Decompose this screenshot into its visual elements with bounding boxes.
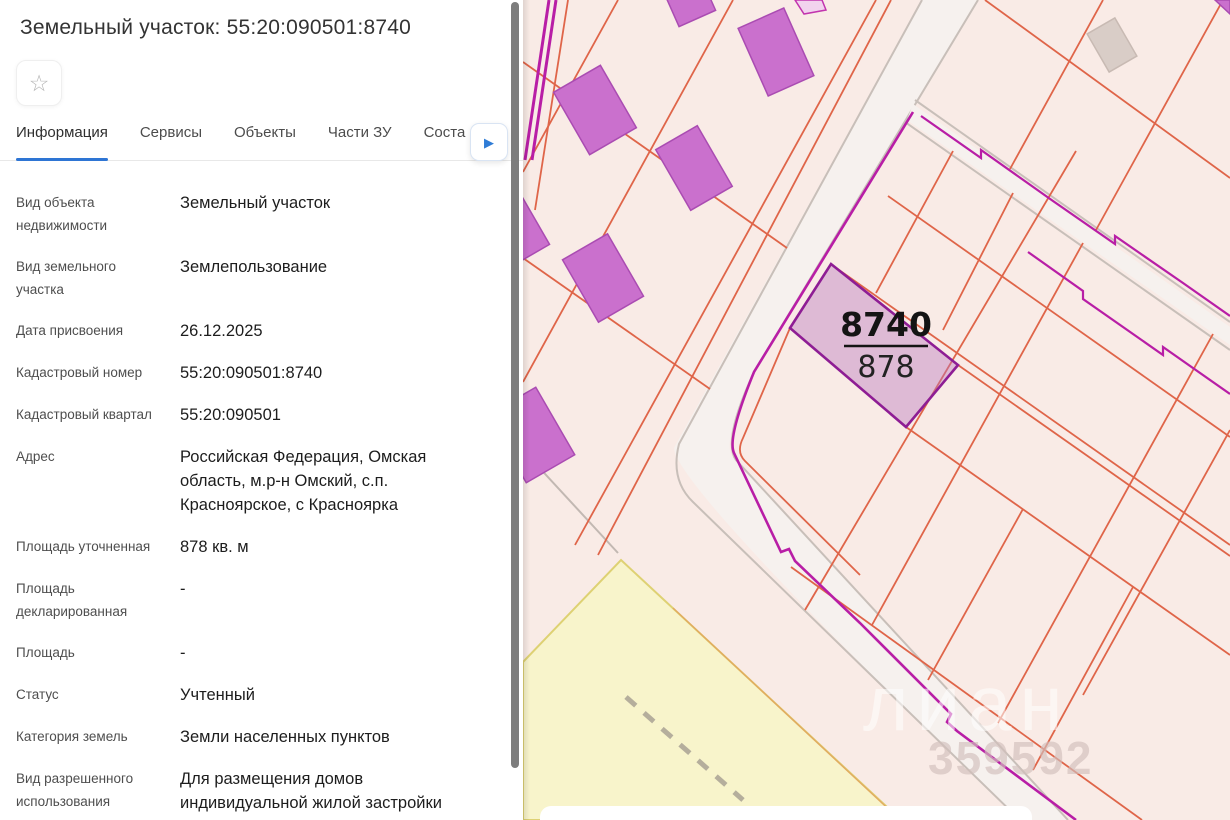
tab-bar: Информация Сервисы Объекты Части ЗУ Сост…: [0, 124, 523, 161]
info-panel: Земельный участок: 55:20:090501:8740 ☆ И…: [0, 0, 523, 820]
attribute-row: Вид разрешенного использованияДля размещ…: [16, 767, 489, 815]
attribute-row: АдресРоссийская Федерация, Омская област…: [16, 445, 489, 517]
attribute-row: Вид земельного участкаЗемлепользование: [16, 255, 489, 301]
tab-information[interactable]: Информация: [16, 124, 108, 160]
attribute-row: Кадастровый номер55:20:090501:8740: [16, 361, 489, 385]
attribute-row: Площадь уточненная878 кв. м: [16, 535, 489, 559]
watermark-code: 359592: [928, 732, 1094, 784]
tab-composition-truncated[interactable]: Соста: [424, 124, 466, 160]
tab-services[interactable]: Сервисы: [140, 124, 202, 160]
cadastral-map-canvas[interactable]: 8740 878 лиан 359592: [523, 0, 1230, 820]
favorite-button[interactable]: ☆: [16, 60, 62, 106]
attribute-row: Кадастровый квартал55:20:090501: [16, 403, 489, 427]
cadastral-map[interactable]: 8740 878 лиан 359592: [523, 0, 1230, 820]
parcel-area-label: 878: [857, 350, 914, 385]
attribute-row: Вид объекта недвижимостиЗемельный участо…: [16, 191, 489, 237]
star-icon: ☆: [29, 70, 50, 97]
attributes-list: Вид объекта недвижимостиЗемельный участо…: [0, 161, 505, 820]
attribute-row: Дата присвоения26.12.2025: [16, 319, 489, 343]
panel-edge-shadow: [523, 0, 530, 820]
tab-objects[interactable]: Объекты: [234, 124, 296, 160]
attribute-row: Площадь-: [16, 641, 489, 665]
map-bottom-bar[interactable]: [540, 806, 1032, 820]
tabs-scroll-next-button[interactable]: ▶: [470, 123, 508, 161]
page-title: Земельный участок: 55:20:090501:8740: [0, 0, 523, 40]
tab-parcel-parts[interactable]: Части ЗУ: [328, 124, 392, 160]
chevron-right-icon: ▶: [484, 136, 494, 149]
attribute-row: Категория земельЗемли населенных пунктов: [16, 725, 489, 749]
attribute-row: Площадь декларированная-: [16, 577, 489, 623]
panel-scrollbar[interactable]: [511, 2, 519, 768]
attribute-row: СтатусУчтенный: [16, 683, 489, 707]
parcel-number-label: 8740: [840, 305, 932, 344]
